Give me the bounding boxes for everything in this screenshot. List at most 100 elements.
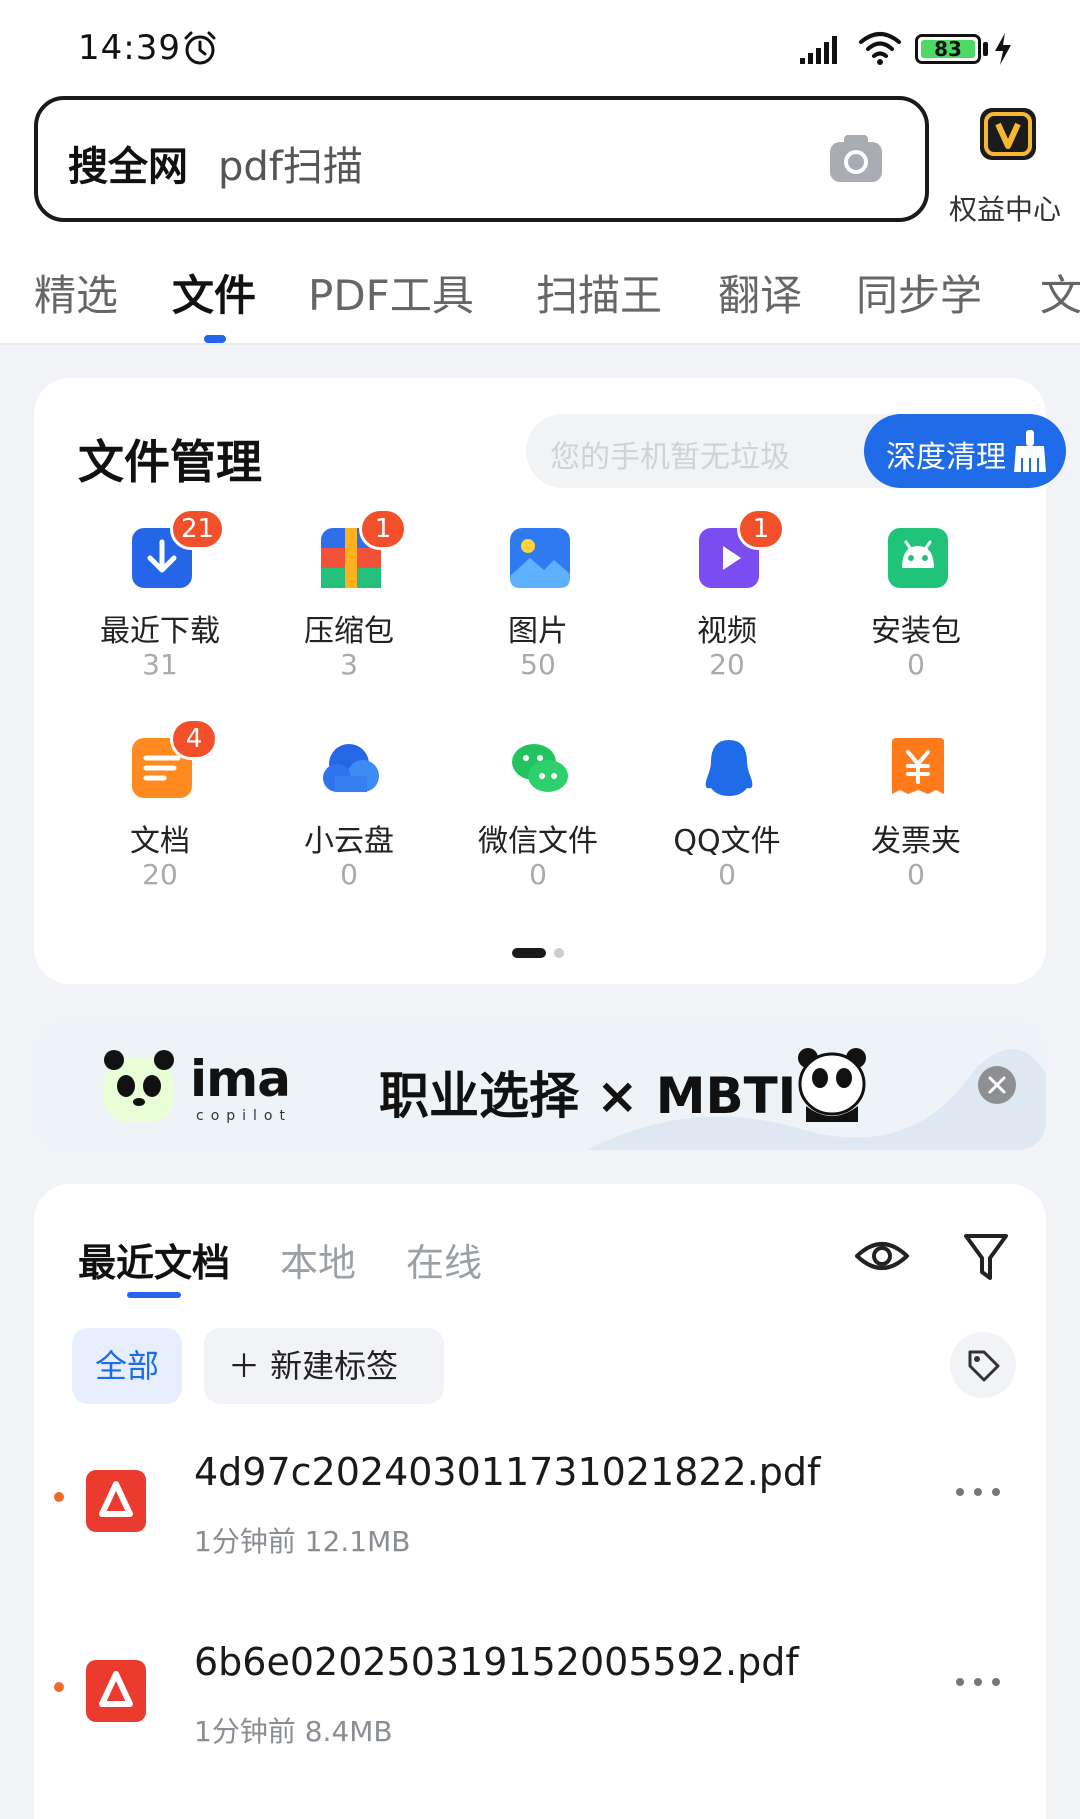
category-count: 0: [718, 858, 736, 891]
unread-badge: 1: [737, 508, 785, 550]
document-size: 12.1MB: [304, 1525, 411, 1558]
tab-translate[interactable]: 翻译: [718, 262, 802, 323]
qq-icon: [705, 740, 753, 796]
benefit-center-button[interactable]: 权益中心: [940, 108, 1070, 226]
banner-headline: 职业选择 × MBTI: [379, 1067, 797, 1125]
new-tag-button[interactable]: ＋ 新建标签: [204, 1328, 444, 1404]
header-divider: [0, 343, 1080, 345]
category-count: 3: [340, 648, 358, 681]
file-category-invoices[interactable]: 发票夹 0: [826, 736, 1006, 926]
unread-badge: 21: [170, 508, 226, 550]
filter-icon[interactable]: [962, 1228, 1010, 1284]
wechat-icon: [512, 744, 568, 792]
document-row[interactable]: 6b6e020250319152005592.pdf 1分钟前 8.4MB: [34, 1618, 1046, 1778]
more-options-icon[interactable]: [952, 1484, 1004, 1500]
close-icon: [988, 1076, 1006, 1094]
file-category-archives[interactable]: 1 压缩包 3: [259, 508, 439, 716]
file-category-videos[interactable]: 1 视频 20: [637, 508, 817, 716]
category-count: 0: [907, 858, 925, 891]
tab-recent-docs[interactable]: 最近文档: [78, 1232, 230, 1287]
tab-sync-learn[interactable]: 同步学: [856, 262, 982, 323]
status-bar: 14:39 83: [0, 0, 1080, 96]
battery-cap: [983, 42, 988, 56]
category-label: 微信文件: [478, 824, 598, 859]
category-label: 压缩包: [304, 614, 394, 649]
recent-documents-card: 最近文档 本地 在线 全部 ＋ 新建标签 4d97c20240301173102…: [34, 1184, 1046, 1819]
file-category-documents[interactable]: 4 文档 20: [70, 718, 250, 926]
category-label: 图片: [508, 614, 568, 649]
document-name: 4d97c202403011731021822.pdf: [194, 1450, 821, 1494]
panda-logo-icon: [104, 1050, 174, 1122]
benefit-center-label: 权益中心: [948, 193, 1061, 226]
tab-local[interactable]: 本地: [280, 1232, 356, 1287]
category-label: 视频: [697, 614, 757, 649]
image-icon: [510, 528, 570, 588]
category-label: 小云盘: [304, 824, 394, 859]
tab-scanner[interactable]: 扫描王: [536, 262, 662, 323]
file-management-title: 文件管理: [78, 435, 262, 489]
alarm-icon: [184, 31, 216, 65]
battery-level: 83: [934, 37, 962, 61]
unread-dot: [54, 1682, 64, 1692]
signal-icon: [800, 36, 837, 64]
document-meta: 1分钟前 12.1MB: [194, 1520, 410, 1560]
page-dot-active: [512, 948, 546, 958]
file-category-downloads[interactable]: 21 最近下载 31: [70, 508, 250, 716]
page-dot: [554, 948, 564, 958]
tag-icon: [968, 1350, 1000, 1382]
header: 搜全网 pdf扫描 权益中心 精选 文件 PDF工具 扫描王 翻译 同步学 文: [0, 96, 1080, 344]
category-label: 发票夹: [871, 824, 961, 859]
panda-mascot-icon: [798, 1048, 866, 1122]
category-count: 31: [142, 648, 178, 681]
document-time: 1分钟前: [194, 1525, 296, 1558]
ima-logo-text: ima: [190, 1050, 291, 1108]
battery-indicator: 83: [915, 34, 981, 64]
tab-files[interactable]: 文件: [172, 262, 256, 323]
unread-badge: 1: [359, 508, 407, 550]
search-scope-label: 搜全网: [68, 144, 188, 190]
tab-online[interactable]: 在线: [406, 1232, 482, 1287]
document-name: 6b6e020250319152005592.pdf: [194, 1640, 799, 1684]
search-bar[interactable]: 搜全网 pdf扫描: [34, 96, 929, 222]
tab-featured[interactable]: 精选: [34, 262, 118, 323]
unread-dot: [54, 1492, 64, 1502]
banner-close-button[interactable]: [978, 1066, 1016, 1104]
category-count: 20: [142, 858, 178, 891]
pdf-file-icon: [86, 1470, 146, 1532]
document-time: 1分钟前: [194, 1715, 296, 1748]
active-tab-indicator: [204, 335, 226, 343]
promo-banner[interactable]: ima copilot 职业选择 × MBTI: [34, 1020, 1046, 1150]
document-meta: 1分钟前 8.4MB: [194, 1710, 393, 1750]
file-category-cloud[interactable]: 小云盘 0: [259, 736, 439, 926]
file-category-qq[interactable]: QQ文件 0: [637, 736, 817, 926]
eye-icon[interactable]: [854, 1230, 910, 1282]
category-count: 20: [709, 648, 745, 681]
cloud-icon: [323, 744, 379, 792]
category-label: 文档: [130, 824, 190, 859]
unread-badge: 4: [170, 718, 218, 760]
file-category-images[interactable]: 图片 50: [448, 526, 628, 716]
tag-manage-button[interactable]: [950, 1332, 1016, 1398]
category-count: 50: [520, 648, 556, 681]
tag-chip-all[interactable]: 全部: [72, 1328, 182, 1404]
category-count: 0: [340, 858, 358, 891]
more-options-icon[interactable]: [952, 1674, 1004, 1690]
file-category-apks[interactable]: 安装包 0: [826, 526, 1006, 716]
tab-pdf-tools[interactable]: PDF工具: [308, 262, 474, 323]
android-icon: [888, 528, 948, 588]
ima-logo-subtitle: copilot: [196, 1108, 292, 1124]
tab-more[interactable]: 文: [1040, 262, 1080, 323]
file-category-wechat[interactable]: 微信文件 0: [448, 736, 628, 926]
search-input[interactable]: pdf扫描: [218, 134, 363, 192]
document-row[interactable]: 4d97c202403011731021822.pdf 1分钟前 12.1MB: [34, 1428, 1046, 1588]
charging-icon: [995, 33, 1011, 65]
camera-icon[interactable]: [828, 132, 884, 186]
junk-status-text: 您的手机暂无垃圾: [550, 440, 790, 475]
category-count: 0: [529, 858, 547, 891]
deep-clean-label: 深度清理: [886, 440, 1006, 475]
deep-clean-button[interactable]: 深度清理: [864, 414, 1066, 488]
broom-icon: [1014, 430, 1046, 472]
vip-icon: [980, 108, 1036, 160]
top-tabs: 精选 文件 PDF工具 扫描王 翻译 同步学 文: [0, 262, 1080, 342]
pdf-file-icon: [86, 1660, 146, 1722]
